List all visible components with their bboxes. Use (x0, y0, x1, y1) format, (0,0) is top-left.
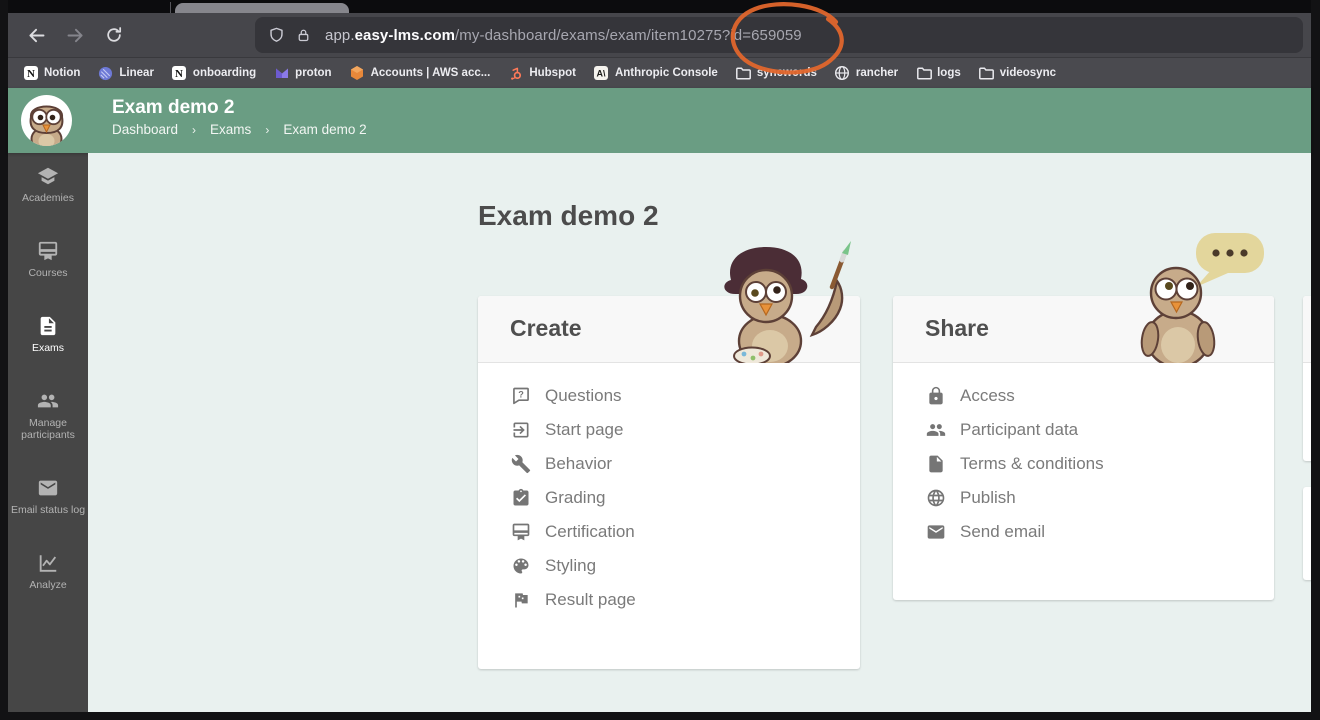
globe-icon (834, 65, 851, 82)
grading-check-icon (511, 488, 531, 508)
bookmark-hubspot[interactable]: Hubspot (507, 65, 576, 82)
flag-icon (511, 590, 531, 610)
analyze-icon (37, 552, 59, 574)
url-bar[interactable]: app.easy-lms.com/my-dashboard/exams/exam… (255, 17, 1303, 53)
academies-icon (37, 165, 59, 187)
forward-arrow-icon (65, 25, 86, 46)
owl-painter-illustration (708, 241, 853, 363)
sidebar-item-analyze[interactable]: Analyze (8, 552, 88, 591)
sidebar-item-email-status-log[interactable]: Email status log (8, 477, 88, 516)
card-item-participant-data[interactable]: Participant data (893, 413, 1274, 447)
card-item-access[interactable]: Access (893, 379, 1274, 413)
certificate-icon (511, 522, 531, 542)
svg-text:A\: A\ (597, 69, 606, 79)
breadcrumb-exams[interactable]: Exams (210, 122, 251, 137)
back-button[interactable] (24, 23, 48, 47)
bookmark-logs[interactable]: logs (915, 65, 961, 82)
folder-icon (978, 65, 995, 82)
card-item-publish[interactable]: Publish (893, 481, 1274, 515)
folder-icon (735, 65, 752, 82)
bookmarks-bar: N Notion Linear N onboarding proton Acco… (8, 57, 1311, 88)
forward-button[interactable] (63, 23, 87, 47)
bookmark-onboarding[interactable]: N onboarding (171, 65, 256, 82)
wrench-icon (511, 454, 531, 474)
clipped-card (1303, 296, 1311, 461)
tab-separator (170, 2, 171, 13)
exam-heading: Exam demo 2 (478, 200, 659, 232)
sidebar-item-manage-participants[interactable]: Manage participants (8, 390, 88, 441)
lock-icon (926, 386, 946, 406)
notion-icon: N (171, 65, 188, 82)
bookmark-linear[interactable]: Linear (97, 65, 154, 82)
lock-icon[interactable] (295, 27, 312, 44)
app-header: Exam demo 2 Dashboard › Exams › Exam dem… (8, 88, 1311, 153)
card-item-send-email[interactable]: Send email (893, 515, 1274, 549)
browser-toolbar: app.easy-lms.com/my-dashboard/exams/exam… (8, 13, 1311, 57)
card-item-certification[interactable]: Certification (478, 515, 860, 549)
card-item-grading[interactable]: Grading (478, 481, 860, 515)
browser-tab[interactable] (175, 3, 349, 13)
email-icon (37, 477, 59, 499)
linear-icon (97, 65, 114, 82)
sidebar-item-academies[interactable]: Academies (8, 165, 88, 204)
breadcrumb-separator: › (192, 123, 196, 137)
publish-globe-icon (926, 488, 946, 508)
reload-icon (104, 25, 124, 45)
send-email-icon (926, 522, 946, 542)
hubspot-icon (507, 65, 524, 82)
card-item-result-page[interactable]: Result page (478, 583, 860, 617)
people-icon (926, 420, 946, 440)
participants-icon (37, 390, 59, 412)
breadcrumb-separator: › (265, 123, 269, 137)
clipped-card (1303, 487, 1311, 580)
svg-text:N: N (27, 68, 35, 80)
sidebar: Academies Courses Exams Manage participa… (8, 153, 88, 712)
proton-mail-icon (273, 65, 290, 82)
document-icon (926, 454, 946, 474)
breadcrumb: Dashboard › Exams › Exam demo 2 (112, 122, 367, 137)
bookmark-aws-accounts[interactable]: Accounts | AWS acc... (349, 65, 491, 82)
card-item-behavior[interactable]: Behavior (478, 447, 860, 481)
browser-window: app.easy-lms.com/my-dashboard/exams/exam… (8, 0, 1311, 712)
aws-cube-icon (349, 65, 366, 82)
svg-text:?: ? (518, 390, 524, 400)
page-title: Exam demo 2 (112, 97, 367, 119)
bookmark-rancher[interactable]: rancher (834, 65, 898, 82)
notion-icon: N (22, 65, 39, 82)
card-item-questions[interactable]: ? Questions (478, 379, 860, 413)
bookmark-proton[interactable]: proton (273, 65, 331, 82)
palette-icon (511, 556, 531, 576)
card-item-terms-conditions[interactable]: Terms & conditions (893, 447, 1274, 481)
tab-strip (8, 0, 1311, 13)
url-text: app.easy-lms.com/my-dashboard/exams/exam… (325, 27, 802, 44)
shield-icon[interactable] (267, 26, 286, 45)
owl-speech-bubble-illustration (1138, 231, 1268, 363)
easy-lms-owl-logo[interactable] (21, 95, 72, 146)
card-item-styling[interactable]: Styling (478, 549, 860, 583)
exams-icon (37, 315, 59, 337)
sidebar-item-courses[interactable]: Courses (8, 240, 88, 279)
svg-text:N: N (175, 68, 183, 80)
breadcrumb-dashboard[interactable]: Dashboard (112, 122, 178, 137)
breadcrumb-current: Exam demo 2 (283, 122, 366, 137)
folder-icon (915, 65, 932, 82)
start-page-icon (511, 420, 531, 440)
card-item-start-page[interactable]: Start page (478, 413, 860, 447)
reload-button[interactable] (102, 23, 126, 47)
courses-icon (37, 240, 59, 262)
questions-icon: ? (511, 386, 531, 406)
anthropic-icon: A\ (593, 65, 610, 82)
bookmark-syncwords[interactable]: syncwords (735, 65, 817, 82)
bookmark-anthropic-console[interactable]: A\ Anthropic Console (593, 65, 718, 82)
bookmark-videosync[interactable]: videosync (978, 65, 1056, 82)
back-arrow-icon (26, 25, 47, 46)
bookmark-notion[interactable]: N Notion (22, 65, 80, 82)
main-content: Exam demo 2 (88, 153, 1311, 712)
sidebar-item-exams[interactable]: Exams (8, 315, 88, 354)
